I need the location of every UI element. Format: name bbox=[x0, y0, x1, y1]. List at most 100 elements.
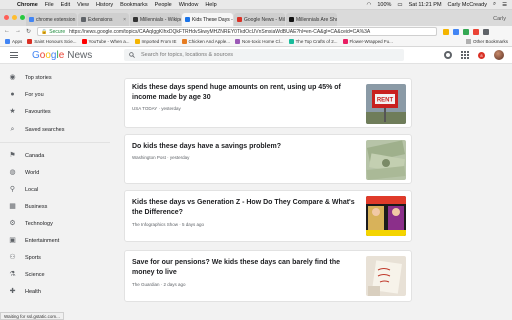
menu-window[interactable]: Window bbox=[179, 2, 199, 8]
menu-bookmarks[interactable]: Bookmarks bbox=[120, 2, 148, 8]
source-name[interactable]: Washington Post bbox=[132, 155, 166, 160]
minimize-window-icon[interactable] bbox=[12, 15, 17, 20]
sidebar-item-technology[interactable]: ⚙ Technology bbox=[0, 215, 110, 232]
bookmark-item[interactable]: Saint Honours Scie... bbox=[27, 39, 77, 44]
bookmark-item[interactable]: Apps bbox=[5, 39, 22, 44]
favicon-icon bbox=[81, 17, 86, 22]
world-icon: ◍ bbox=[9, 169, 16, 176]
other-bookmarks[interactable]: Other Bookmarks bbox=[465, 39, 508, 44]
timestamp: yesterday bbox=[161, 106, 181, 111]
browser-tab[interactable]: Kids These Days - Edit× bbox=[182, 13, 233, 26]
source-name[interactable]: USA TODAY bbox=[132, 106, 157, 111]
menu-file[interactable]: File bbox=[45, 2, 54, 8]
menu-help[interactable]: Help bbox=[205, 2, 216, 8]
settings-gear-icon[interactable] bbox=[444, 51, 452, 59]
sidebar-item-local[interactable]: ⚲ Local bbox=[0, 181, 110, 198]
article-meta: The Guardian · 2 days ago bbox=[132, 282, 186, 287]
bookmark-item[interactable]: Imported From IE bbox=[134, 39, 177, 44]
search-input[interactable] bbox=[141, 52, 341, 58]
sidebar-item-sports[interactable]: ⚇ Sports bbox=[0, 249, 110, 266]
wifi-icon[interactable]: ◠ bbox=[367, 2, 372, 8]
url-text[interactable]: https://news.google.com/topics/CAAqIggKI… bbox=[69, 29, 370, 35]
close-window-icon[interactable] bbox=[4, 15, 9, 20]
extension-icon[interactable] bbox=[473, 28, 480, 35]
menu-view[interactable]: View bbox=[77, 2, 89, 8]
sidebar-item-favourites[interactable]: ★ Favourites bbox=[0, 103, 110, 120]
tab-label: Extensions bbox=[88, 16, 113, 23]
news-card[interactable]: Kids these days spend huge amounts on re… bbox=[124, 78, 412, 128]
menu-people[interactable]: People bbox=[155, 2, 172, 8]
browser-tab[interactable]: Google News - Millenn× bbox=[234, 13, 285, 26]
bookmark-item[interactable]: YouTube - When a... bbox=[81, 39, 130, 44]
extension-icon[interactable] bbox=[463, 28, 470, 35]
sidebar-item-canada[interactable]: ⚑ Canada bbox=[0, 147, 110, 164]
back-icon[interactable]: ← bbox=[4, 28, 10, 35]
clock[interactable]: Sat 11:21 PM bbox=[409, 2, 442, 8]
notification-badge[interactable]: 8 bbox=[478, 51, 485, 59]
menu-history[interactable]: History bbox=[96, 2, 113, 8]
battery-percent: 100% bbox=[377, 1, 392, 8]
browser-tab[interactable]: Millennials - Wikipedia× bbox=[130, 13, 181, 26]
bookmark-favicon-icon bbox=[288, 39, 294, 44]
close-tab-icon[interactable]: × bbox=[121, 17, 126, 23]
sidebar-item-saved-searches[interactable]: ⌕ Saved searches bbox=[0, 121, 110, 138]
headline-link[interactable]: Kids these days vs Generation Z - How Do… bbox=[132, 198, 358, 217]
sidebar-item-top-stories[interactable]: ◉ Top stories bbox=[0, 69, 110, 86]
menu-edit[interactable]: Edit bbox=[61, 2, 70, 8]
news-card[interactable]: Save for our pensions? We kids these day… bbox=[124, 250, 412, 302]
dollar-bills-thumbnail[interactable] bbox=[366, 140, 406, 180]
film-icon: ▣ bbox=[9, 237, 16, 244]
forward-icon[interactable]: → bbox=[15, 28, 21, 35]
headline-link[interactable]: Kids these days spend huge amounts on re… bbox=[132, 83, 358, 102]
search-box[interactable] bbox=[124, 49, 404, 61]
bookmark-item[interactable]: Non-toxic Home Cl... bbox=[235, 39, 284, 44]
sidebar-item-entertainment[interactable]: ▣ Entertainment bbox=[0, 232, 110, 249]
bookmark-star-icon[interactable] bbox=[443, 28, 450, 35]
health-icon: ✚ bbox=[9, 288, 16, 295]
maximize-window-icon[interactable] bbox=[20, 15, 25, 20]
google-wordmark: Google bbox=[32, 49, 65, 61]
menubar-user[interactable]: Carly McCready bbox=[448, 2, 487, 8]
news-card[interactable]: Do kids these days have a savings proble… bbox=[124, 134, 412, 184]
extension-icon[interactable] bbox=[453, 28, 460, 35]
favicon-icon bbox=[29, 17, 34, 22]
source-name[interactable]: The Infographics Show bbox=[132, 222, 178, 227]
reload-icon[interactable]: ↻ bbox=[26, 28, 31, 35]
browser-tab[interactable]: Extensions × bbox=[78, 13, 129, 26]
extensions-area bbox=[443, 28, 490, 35]
bookmark-item[interactable]: Chicken And Apple... bbox=[181, 39, 230, 44]
hamburger-menu-icon[interactable] bbox=[10, 52, 18, 58]
browser-tabstrip: chrome extension th:× Extensions × Millenni… bbox=[0, 10, 512, 26]
sidebar-item-for-you[interactable]: ● For you bbox=[0, 86, 110, 103]
for-rent-sign-thumbnail[interactable]: RENT bbox=[366, 84, 406, 124]
avatar[interactable] bbox=[494, 50, 504, 60]
bookmark-item[interactable]: Flower-Wrapped Fu... bbox=[342, 39, 393, 44]
source-name[interactable]: The Guardian bbox=[132, 282, 160, 287]
google-news-logo[interactable]: Google News bbox=[32, 50, 92, 61]
lock-icon[interactable]: 🔒 bbox=[41, 29, 47, 35]
headline-link[interactable]: Do kids these days have a savings proble… bbox=[132, 142, 358, 152]
apps-grid-icon[interactable] bbox=[461, 51, 469, 59]
menu-app-chrome[interactable]: Chrome bbox=[17, 2, 38, 8]
headline-link[interactable]: Save for our pensions? We kids these day… bbox=[132, 258, 358, 277]
news-card[interactable]: Kids these days vs Generation Z - How Do… bbox=[124, 190, 412, 242]
location-pin-icon: ⚲ bbox=[9, 186, 16, 193]
bookmark-item[interactable]: The Top Crafts of 2... bbox=[288, 39, 338, 44]
battery-icon[interactable]: ▭ bbox=[397, 2, 402, 8]
search-icon[interactable]: ⌕ bbox=[493, 1, 496, 8]
browser-tab[interactable]: Millennials Are Shoppi× bbox=[286, 13, 337, 26]
sidebar-item-health[interactable]: ✚ Health bbox=[0, 283, 110, 300]
video-thumbnail-thumbnail[interactable] bbox=[366, 196, 406, 236]
chrome-menu-icon[interactable] bbox=[483, 28, 490, 35]
profile-name[interactable]: Carly bbox=[493, 16, 506, 22]
flask-icon: ⚗ bbox=[9, 271, 16, 278]
bookmark-favicon-icon bbox=[342, 39, 348, 44]
sidebar-item-business[interactable]: ▦ Business bbox=[0, 198, 110, 215]
browser-tab[interactable]: chrome extension th:× bbox=[26, 13, 77, 26]
sidebar-item-world[interactable]: ◍ World bbox=[0, 164, 110, 181]
search-icon: ⌕ bbox=[10, 126, 15, 133]
address-bar[interactable]: 🔒 Secure https://news.google.com/topics/… bbox=[37, 27, 438, 36]
sidebar-item-science[interactable]: ⚗ Science bbox=[0, 266, 110, 283]
menu-list-icon[interactable]: ☰ bbox=[502, 2, 507, 8]
note-paper-thumbnail[interactable] bbox=[366, 256, 406, 296]
